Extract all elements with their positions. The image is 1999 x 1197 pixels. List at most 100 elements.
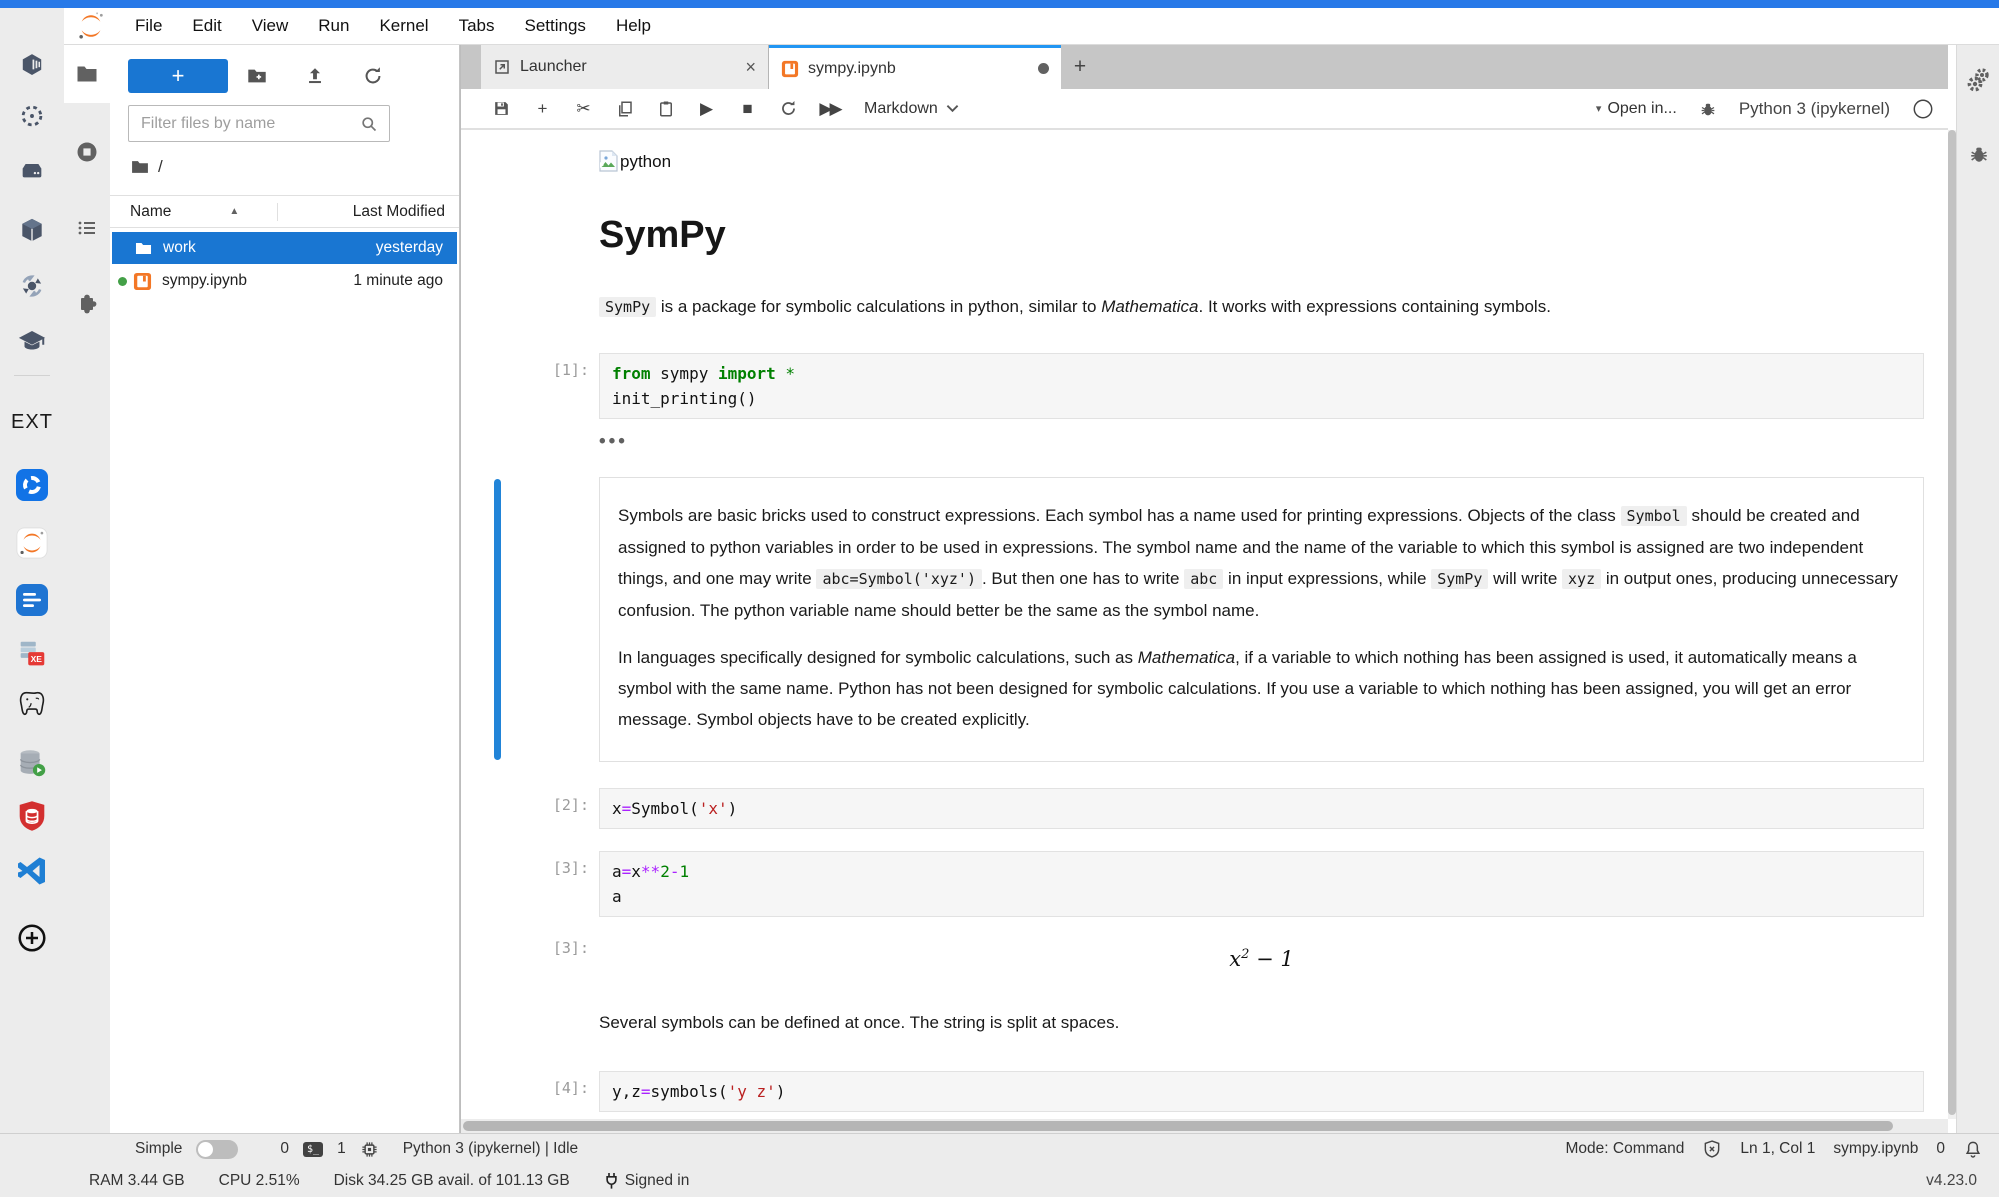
horizontal-scrollbar[interactable] (461, 1119, 1948, 1133)
run-cell-button[interactable]: ▶ (686, 99, 727, 119)
copy-cell-button[interactable] (604, 100, 645, 118)
add-cell-button[interactable]: + (522, 99, 563, 119)
hexagon-package-icon[interactable] (0, 45, 64, 85)
tab-file-browser[interactable] (64, 45, 110, 103)
cut-cell-button[interactable]: ✂ (563, 99, 604, 119)
code-editor[interactable]: x=Symbol('x') (599, 788, 1924, 829)
markdown-cell-symbols[interactable]: Symbols are basic bricks used to constru… (461, 477, 1924, 762)
cube-3d-icon[interactable] (0, 210, 64, 250)
code-editor[interactable]: y,z=symbols('y z') (599, 1071, 1924, 1112)
property-inspector-gears-icon[interactable] (1957, 67, 1999, 93)
paste-cell-button[interactable] (645, 100, 686, 118)
postgresql-icon[interactable] (0, 685, 64, 725)
trust-shield-icon[interactable] (1702, 1139, 1722, 1159)
kernels-count[interactable]: 1 (337, 1140, 346, 1158)
notifications-count[interactable]: 0 (1936, 1140, 1945, 1158)
vertical-scrollbar[interactable] (1948, 130, 1956, 1119)
code-cell-3[interactable]: [3]: a=x**2-1 a (461, 851, 1924, 917)
tab-table-of-contents[interactable] (64, 205, 110, 251)
filter-files-input[interactable] (129, 115, 359, 133)
restart-kernel-button[interactable] (768, 99, 809, 118)
menu-view[interactable]: View (237, 16, 304, 36)
active-filename[interactable]: sympy.ipynb (1833, 1140, 1918, 1158)
debugger-bug-icon[interactable] (1957, 143, 1999, 165)
menu-run[interactable]: Run (303, 16, 364, 36)
bell-icon[interactable] (1963, 1139, 1983, 1160)
new-launcher-button[interactable]: + (128, 59, 228, 93)
active-cell-collapser-bar[interactable] (494, 479, 501, 760)
orbit-camera-icon[interactable] (0, 266, 64, 306)
simple-mode-toggle[interactable] (196, 1140, 238, 1159)
terminals-count[interactable]: 0 (280, 1140, 289, 1158)
debugger-bug-icon[interactable] (1699, 100, 1717, 118)
stop-kernel-button[interactable]: ■ (727, 99, 768, 119)
cursor-position[interactable]: Ln 1, Col 1 (1740, 1140, 1815, 1158)
input-prompt: [4]: (461, 1071, 599, 1112)
file-row-work[interactable]: work yesterday (112, 232, 457, 264)
tab-extensions[interactable] (64, 281, 110, 327)
close-icon[interactable]: × (745, 57, 756, 78)
menu-kernel[interactable]: Kernel (364, 16, 443, 36)
menu-help[interactable]: Help (601, 16, 666, 36)
kernel-status-text[interactable]: Python 3 (ipykernel) | Idle (403, 1140, 578, 1158)
tab-launcher[interactable]: Launcher × (481, 45, 769, 89)
refresh-button[interactable] (344, 65, 402, 87)
add-circle-icon[interactable] (0, 918, 64, 958)
menu-file[interactable]: File (120, 16, 177, 36)
menu-edit[interactable]: Edit (177, 16, 236, 36)
app-blue-c-icon[interactable] (0, 465, 64, 505)
database-run-icon[interactable] (0, 743, 64, 783)
column-last-modified[interactable]: Last Modified (277, 203, 459, 221)
markdown-cell-image[interactable]: python (461, 150, 1924, 172)
server-icon[interactable] (0, 151, 64, 191)
code-editor[interactable]: a=x**2-1 a (599, 851, 1924, 917)
vscode-icon[interactable] (0, 851, 64, 891)
tab-running-sessions[interactable] (64, 129, 110, 175)
command-mode-indicator[interactable]: Mode: Command (1566, 1140, 1685, 1158)
save-button[interactable] (481, 99, 522, 118)
unsaved-changes-dot[interactable] (1038, 63, 1049, 74)
code-cell-2[interactable]: [2]: x=Symbol('x') (461, 788, 1924, 829)
kernel-status-icon[interactable] (1912, 98, 1934, 120)
open-in-dropdown[interactable]: ▾ Open in... (1596, 100, 1677, 118)
code-editor[interactable]: from sympy import * init_printing() (599, 353, 1924, 419)
code-cell-4[interactable]: [4]: y,z=symbols('y z') (461, 1071, 1924, 1112)
file-browser-panel: + / Name ▲ Last Modified work (110, 45, 460, 1133)
markdown-cell-several[interactable]: Several symbols can be defined at once. … (461, 1013, 1924, 1033)
new-folder-button[interactable] (228, 65, 286, 87)
cell-type-select[interactable]: Markdown (864, 100, 959, 118)
notebook-scroll-area[interactable]: python SymPy SymPy is a package for symb… (461, 130, 1948, 1119)
new-tab-button[interactable]: + (1061, 45, 1099, 89)
dashed-selection-icon[interactable] (0, 96, 64, 136)
kernel-name[interactable]: Python 3 (ipykernel) (1739, 99, 1890, 119)
markdown-title-cell[interactable]: SymPy (461, 214, 1924, 257)
code-cell-1[interactable]: [1]: from sympy import * init_printing() (461, 353, 1924, 419)
collapsed-output-1[interactable]: ••• (461, 431, 1924, 453)
red-database-shield-icon[interactable] (0, 796, 64, 836)
file-row-sympy[interactable]: sympy.ipynb 1 minute ago (112, 265, 457, 297)
tab-sympy-notebook[interactable]: sympy.ipynb (769, 45, 1061, 89)
horizontal-scrollbar-thumb[interactable] (463, 1121, 1893, 1131)
upload-button[interactable] (286, 65, 344, 87)
column-name[interactable]: Name (110, 203, 171, 221)
sort-asc-icon[interactable]: ▲ (229, 206, 239, 217)
graduation-cap-icon[interactable] (0, 321, 64, 361)
browser-top-strip (0, 0, 1999, 8)
menu-settings[interactable]: Settings (510, 16, 601, 36)
xe-badge-text: XE (31, 654, 43, 664)
breadcrumb-root[interactable]: / (158, 157, 163, 177)
tab-label: sympy.ipynb (808, 60, 1038, 78)
notebook-toolbar: + ✂ ▶ ■ ▶▶ Markdown ▾ Open in... (461, 89, 1948, 130)
main-dock-panel: Launcher × sympy.ipynb + + ✂ ▶ ■ (460, 45, 1948, 1133)
menu-tabs[interactable]: Tabs (444, 16, 510, 36)
collapsed-output-dots[interactable]: ••• (599, 431, 628, 453)
app-jupyter-icon[interactable] (0, 523, 64, 563)
markdown-intro-cell[interactable]: SymPy is a package for symbolic calculat… (461, 297, 1924, 317)
open-in-label: Open in... (1607, 100, 1676, 118)
oracle-xe-database-icon[interactable]: XE (0, 635, 64, 675)
restart-run-all-button[interactable]: ▶▶ (809, 99, 850, 119)
file-browser-toolbar: + (110, 57, 459, 95)
vertical-scrollbar-thumb[interactable] (1948, 130, 1956, 1115)
home-folder-icon[interactable] (130, 157, 150, 177)
app-notes-icon[interactable] (0, 580, 64, 620)
